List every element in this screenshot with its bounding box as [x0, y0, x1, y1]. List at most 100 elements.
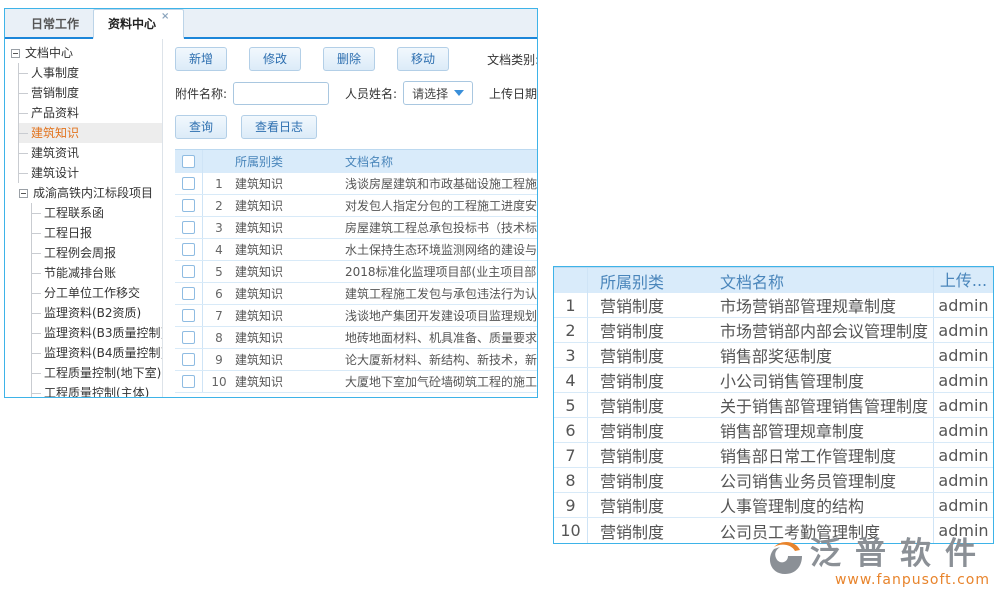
row-category: 营销制度	[588, 318, 714, 342]
row-doc-name: 关于销售部管理销售管理制度	[714, 393, 933, 417]
tree-node[interactable]: 人事制度	[19, 63, 162, 83]
row-category: 建筑知识	[235, 175, 345, 192]
row-doc-name: 市场营销部管理规章制度	[714, 293, 933, 317]
document-center-window: 日常工作 资料中心 × 文档中心 人事制度 营销制度	[4, 8, 538, 398]
table-row[interactable]: 8 营销制度 公司销售业务员管理制度 admin	[554, 468, 993, 493]
tree-level-2: 工程联系函 工程日报 工程例会周报 节能减排台账 分工单位工作移交 监理资料(B…	[31, 203, 162, 397]
row-doc-name: 建筑工程施工发包与承包违法行为认定...	[345, 285, 537, 302]
table-row[interactable]: 4 建筑知识 水土保持生态环境监测网络的建设与资...	[175, 239, 537, 261]
row-doc-name: 大厦地下室加气砼墙砌筑工程的施工方...	[345, 373, 537, 390]
move-button[interactable]: 移动	[397, 47, 449, 71]
table-row[interactable]: 5 营销制度 关于销售部管理销售管理制度 admin	[554, 393, 993, 418]
add-button[interactable]: 新增	[175, 47, 227, 71]
person-name-label: 人员姓名:	[345, 85, 397, 102]
row-doc-name: 人事管理制度的结构	[714, 493, 933, 517]
category-column-header: 所属别类	[588, 269, 714, 293]
row-checkbox[interactable]	[182, 243, 195, 256]
row-uploader: admin	[933, 468, 993, 492]
view-log-button[interactable]: 查看日志	[241, 115, 317, 139]
table-row[interactable]: 9 营销制度 人事管理制度的结构 admin	[554, 493, 993, 518]
row-uploader: admin	[933, 318, 993, 342]
row-number: 3	[554, 343, 588, 367]
doc-type-label: 文档类别:	[487, 51, 537, 68]
row-number: 2	[554, 318, 588, 342]
tab-data-center[interactable]: 资料中心 ×	[93, 9, 184, 39]
row-number: 6	[554, 418, 588, 442]
table-row[interactable]: 4 营销制度 小公司销售管理制度 admin	[554, 368, 993, 393]
tree-node[interactable]: 工程质量控制(主体)	[32, 383, 162, 397]
delete-button[interactable]: 删除	[323, 47, 375, 71]
row-category: 建筑知识	[235, 241, 345, 258]
collapse-icon[interactable]	[19, 189, 28, 198]
table-row[interactable]: 2 营销制度 市场营销部内部会议管理制度 admin	[554, 318, 993, 343]
tree-node[interactable]: 营销制度	[19, 83, 162, 103]
tree-node[interactable]: 监理资料(B3质量控制)	[32, 323, 162, 343]
tree-node[interactable]: 工程日报	[32, 223, 162, 243]
doc-name-column-header: 文档名称	[714, 269, 933, 293]
tree-node-document-center[interactable]: 文档中心	[5, 43, 162, 63]
row-uploader: admin	[933, 418, 993, 442]
tree-node[interactable]: 节能减排台账	[32, 263, 162, 283]
tree-node[interactable]: 建筑资讯	[19, 143, 162, 163]
table-row[interactable]: 1 建筑知识 浅谈房屋建筑和市政基础设施工程施工...	[175, 173, 537, 195]
row-checkbox[interactable]	[182, 309, 195, 322]
tree-node-project-root[interactable]: 成渝高铁内江标段项目	[5, 183, 162, 203]
tree-node[interactable]: 工程质量控制(地下室)	[32, 363, 162, 383]
query-button[interactable]: 查询	[175, 115, 227, 139]
table-row[interactable]: 7 建筑知识 浅谈地产集团开发建设项目监理规划编...	[175, 305, 537, 327]
tree-node[interactable]: 监理资料(B2资质)	[32, 303, 162, 323]
table-body: 1 营销制度 市场营销部管理规章制度 admin 2 营销制度 市场营销部内部会…	[554, 293, 993, 543]
row-number: 5	[554, 393, 588, 417]
table-row[interactable]: 6 建筑知识 建筑工程施工发包与承包违法行为认定...	[175, 283, 537, 305]
row-category: 营销制度	[588, 368, 714, 392]
tree-node[interactable]: 分工单位工作移交	[32, 283, 162, 303]
row-checkbox[interactable]	[182, 265, 195, 278]
row-checkbox[interactable]	[182, 199, 195, 212]
select-all-checkbox[interactable]	[182, 155, 195, 168]
edit-button[interactable]: 修改	[249, 47, 301, 71]
tab-daily-work[interactable]: 日常工作	[17, 11, 93, 37]
tree-node[interactable]: 工程联系函	[32, 203, 162, 223]
table-row[interactable]: 2 建筑知识 对发包人指定分包的工程施工进度安排...	[175, 195, 537, 217]
row-uploader: admin	[933, 493, 993, 517]
row-number: 1	[554, 293, 588, 317]
table-row[interactable]: 5 建筑知识 2018标准化监理项目部(业主项目部)人员...	[175, 261, 537, 283]
tree-node[interactable]: 工程例会周报	[32, 243, 162, 263]
clipped-upload-date-label: 上传日期	[489, 85, 537, 102]
row-category: 营销制度	[588, 468, 714, 492]
table-row[interactable]: 7 营销制度 销售部日常工作管理制度 admin	[554, 443, 993, 468]
row-checkbox[interactable]	[182, 353, 195, 366]
row-uploader: admin	[933, 368, 993, 392]
row-doc-name: 水土保持生态环境监测网络的建设与资...	[345, 241, 537, 258]
row-category: 建筑知识	[235, 285, 345, 302]
tree-node[interactable]: 监理资料(B4质量控制)	[32, 343, 162, 363]
table-row[interactable]: 9 建筑知识 论大厦新材料、新结构、新技术，新工...	[175, 349, 537, 371]
table-body: 1 建筑知识 浅谈房屋建筑和市政基础设施工程施工... 2 建筑知识 对发包人指…	[175, 173, 537, 393]
tree-node[interactable]: 建筑设计	[19, 163, 162, 183]
table-row[interactable]: 8 建筑知识 地砖地面材料、机具准备、质量要求及...	[175, 327, 537, 349]
window-content: 文档中心 人事制度 营销制度 产品资料 建筑知识 建筑资讯 建筑设计	[5, 39, 537, 397]
table-row[interactable]: 3 建筑知识 房屋建筑工程总承包投标书（技术标）...	[175, 217, 537, 239]
collapse-icon[interactable]	[11, 49, 20, 58]
website-url: www.fanpusoft.com	[810, 572, 990, 588]
person-name-select[interactable]: 请选择	[403, 81, 473, 105]
tree-node[interactable]: 产品资料	[19, 103, 162, 123]
row-doc-name: 销售部奖惩制度	[714, 343, 933, 367]
table-row[interactable]: 10 建筑知识 大厦地下室加气砼墙砌筑工程的施工方...	[175, 371, 537, 393]
row-doc-name: 对发包人指定分包的工程施工进度安排...	[345, 197, 537, 214]
tab-label: 资料中心	[108, 10, 156, 38]
row-checkbox[interactable]	[182, 287, 195, 300]
close-tab-icon[interactable]: ×	[161, 12, 169, 22]
row-checkbox[interactable]	[182, 221, 195, 234]
row-checkbox[interactable]	[182, 177, 195, 190]
row-category: 建筑知识	[235, 373, 345, 390]
table-row[interactable]: 3 营销制度 销售部奖惩制度 admin	[554, 343, 993, 368]
attachment-name-input[interactable]	[233, 82, 329, 105]
row-checkbox[interactable]	[182, 375, 195, 388]
row-number: 9	[203, 353, 235, 367]
table-row[interactable]: 1 营销制度 市场营销部管理规章制度 admin	[554, 293, 993, 318]
tree-root-label: 文档中心	[25, 43, 73, 63]
row-checkbox[interactable]	[182, 331, 195, 344]
table-row[interactable]: 6 营销制度 销售部管理规章制度 admin	[554, 418, 993, 443]
tree-node[interactable]: 建筑知识	[19, 123, 162, 143]
